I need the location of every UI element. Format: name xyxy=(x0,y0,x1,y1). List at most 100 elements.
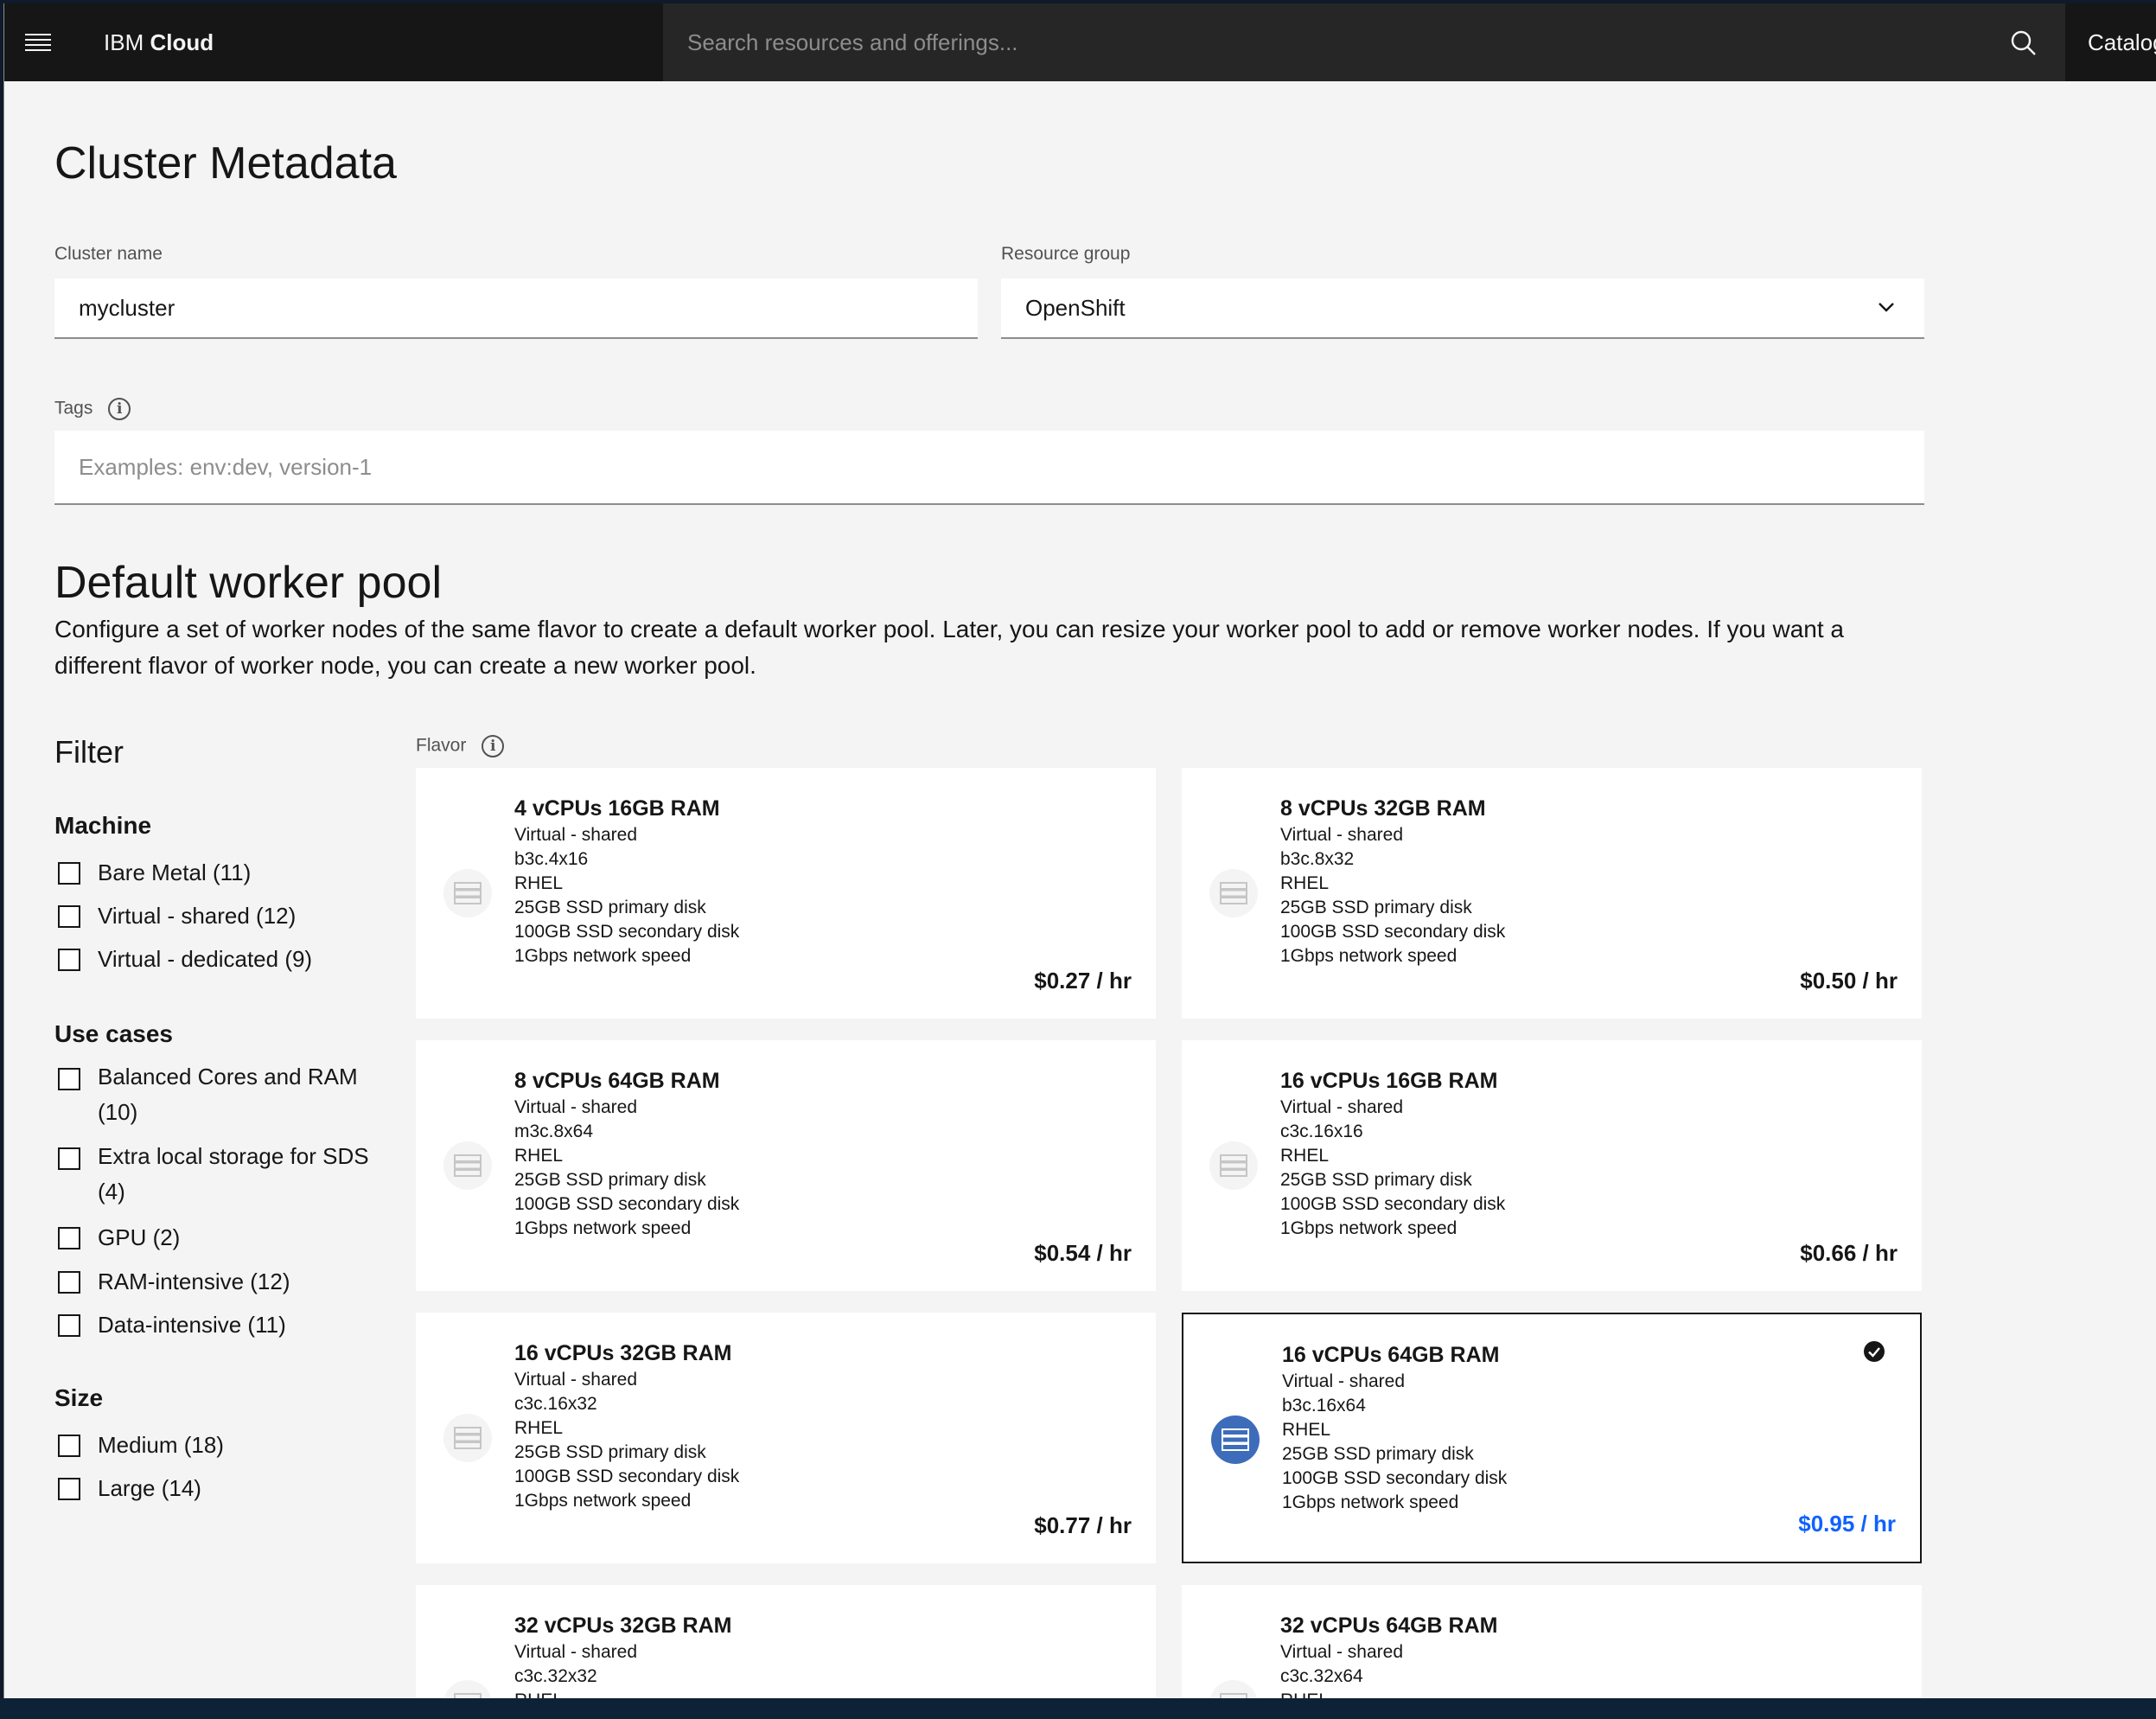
worker-pool-title: Default worker pool xyxy=(54,558,442,608)
filter-heading-use-cases: Use cases xyxy=(54,1020,174,1047)
checkbox[interactable] xyxy=(58,1435,80,1457)
info-icon[interactable]: i xyxy=(108,398,131,420)
server-icon xyxy=(443,1414,492,1462)
screen-frame: IBM Cloud Catalog Cluster Metadata Clust… xyxy=(0,0,2156,1719)
flavor-primary-disk: 25GB SSD primary disk xyxy=(514,1170,706,1190)
cluster-name-label: Cluster name xyxy=(54,244,163,264)
flavor-secondary-disk: 100GB SSD secondary disk xyxy=(514,1467,740,1486)
search-input[interactable] xyxy=(663,3,2065,81)
desktop-strip xyxy=(0,1698,2156,1719)
worker-pool-description: Configure a set of worker nodes of the s… xyxy=(54,611,1956,684)
flavor-primary-disk: 25GB SSD primary disk xyxy=(514,1442,706,1462)
filter-option-label: Large (14) xyxy=(98,1475,201,1501)
hamburger-menu-icon[interactable] xyxy=(25,26,58,59)
description-line: different flavor of worker node, you can… xyxy=(54,652,756,679)
checkbox[interactable] xyxy=(58,1271,80,1294)
checkbox[interactable] xyxy=(58,862,80,885)
checkbox[interactable] xyxy=(58,949,80,971)
checkbox[interactable] xyxy=(58,1314,80,1337)
checkbox[interactable] xyxy=(58,905,80,928)
flavor-primary-disk: 25GB SSD primary disk xyxy=(1282,1444,1474,1464)
flavor-os: RHEL xyxy=(1280,873,1330,893)
filter-option[interactable]: Medium (18) xyxy=(58,1432,224,1459)
brand-suffix: Cloud xyxy=(150,29,214,55)
filter-option[interactable]: Extra local storage for SDS (4) xyxy=(58,1143,369,1210)
flavor-details: 4 vCPUs 16GB RAM Virtual - shared b3c.4x16… xyxy=(514,794,739,968)
filter-option[interactable]: Balanced Cores and RAM (10) xyxy=(58,1064,358,1130)
flavor-os: RHEL xyxy=(514,873,564,893)
flavor-network: 1Gbps network speed xyxy=(514,1218,692,1238)
checkbox[interactable] xyxy=(58,1227,80,1249)
flavor-tile[interactable]: 32 vCPUs 64GB RAM Virtual - shared c3c.32x… xyxy=(1182,1585,1922,1702)
server-icon xyxy=(1209,1141,1258,1190)
filter-option-label: (4) xyxy=(98,1179,125,1205)
tags-label-row: Tags i xyxy=(54,398,131,420)
filter-option-label: Extra local storage for SDS xyxy=(98,1143,369,1169)
flavor-os: RHEL xyxy=(1280,1146,1330,1166)
filter-option-label: Bare Metal (11) xyxy=(98,860,252,885)
filter-option-label: Virtual - shared (12) xyxy=(98,903,297,929)
info-icon[interactable]: i xyxy=(482,735,505,757)
brand-prefix: IBM xyxy=(104,29,144,55)
filter-option-label: RAM-intensive (12) xyxy=(98,1268,290,1294)
checkbox[interactable] xyxy=(58,1478,80,1500)
server-icon xyxy=(1211,1415,1260,1464)
flavor-tile[interactable]: 16 vCPUs 16GB RAM Virtual - shared c3c.16x… xyxy=(1182,1040,1922,1291)
flavor-title: 32 vCPUs 64GB RAM xyxy=(1280,1614,1498,1638)
filter-option[interactable]: RAM-intensive (12) xyxy=(58,1268,290,1295)
filter-option[interactable]: GPU (2) xyxy=(58,1224,180,1251)
filter-option[interactable]: Large (14) xyxy=(58,1475,201,1502)
flavor-details: 16 vCPUs 16GB RAM Virtual - shared c3c.16x… xyxy=(1280,1066,1505,1241)
filter-option[interactable]: Virtual - dedicated (9) xyxy=(58,946,312,973)
flavor-price: $0.50 / hr xyxy=(1800,968,1898,994)
flavor-details: 16 vCPUs 64GB RAM Virtual - shared b3c.16x… xyxy=(1282,1340,1507,1515)
flavor-details: 8 vCPUs 32GB RAM Virtual - shared b3c.8x32… xyxy=(1280,794,1505,968)
flavor-tile[interactable]: 8 vCPUs 64GB RAM Virtual - shared m3c.8x64… xyxy=(416,1040,1156,1291)
flavor-label: Flavor xyxy=(416,735,467,756)
browser-window: IBM Cloud Catalog Cluster Metadata Clust… xyxy=(3,3,2156,1702)
chevron-down-icon xyxy=(1879,303,1894,312)
resource-group-select[interactable]: OpenShift xyxy=(1001,278,1924,339)
server-icon xyxy=(443,869,492,917)
flavor-primary-disk: 25GB SSD primary disk xyxy=(514,898,706,917)
flavor-tile[interactable]: 8 vCPUs 32GB RAM Virtual - shared b3c.8x32… xyxy=(1182,768,1922,1019)
flavor-title: 16 vCPUs 32GB RAM xyxy=(514,1341,732,1365)
flavor-type: Virtual - shared xyxy=(1280,1097,1404,1117)
filter-option-label: Medium (18) xyxy=(98,1432,224,1458)
flavor-tile[interactable]: 16 vCPUs 32GB RAM Virtual - shared c3c.16x… xyxy=(416,1313,1156,1563)
checkbox[interactable] xyxy=(58,1068,80,1090)
flavor-tile[interactable]: 32 vCPUs 32GB RAM Virtual - shared c3c.32x… xyxy=(416,1585,1156,1702)
flavor-title: 8 vCPUs 32GB RAM xyxy=(1280,796,1486,821)
filter-option[interactable]: Bare Metal (11) xyxy=(58,860,251,886)
flavor-title: 8 vCPUs 64GB RAM xyxy=(514,1069,720,1093)
flavor-details: 32 vCPUs 64GB RAM Virtual - shared c3c.32x… xyxy=(1280,1611,1497,1702)
flavor-type: Virtual - shared xyxy=(1280,1642,1404,1662)
catalog-link[interactable]: Catalog xyxy=(2088,29,2156,56)
flavor-code: b3c.8x32 xyxy=(1280,849,1355,869)
search-icon[interactable] xyxy=(2010,29,2038,57)
filter-option-label: (10) xyxy=(98,1099,138,1125)
checkbox[interactable] xyxy=(58,1147,80,1170)
flavor-label-row: Flavor i xyxy=(416,735,505,757)
flavor-type: Virtual - shared xyxy=(514,1370,638,1390)
flavor-type: Virtual - shared xyxy=(1282,1371,1406,1391)
checkmark-filled-icon xyxy=(1863,1340,1885,1363)
flavor-tile[interactable]: 16 vCPUs 64GB RAM Virtual - shared b3c.16x… xyxy=(1182,1313,1922,1563)
filter-option[interactable]: Data-intensive (11) xyxy=(58,1312,286,1339)
flavor-details: 16 vCPUs 32GB RAM Virtual - shared c3c.16x… xyxy=(514,1339,739,1513)
filter-option-label: GPU (2) xyxy=(98,1224,181,1250)
flavor-network: 1Gbps network speed xyxy=(1280,1218,1458,1238)
tags-input[interactable] xyxy=(54,431,1924,505)
flavor-primary-disk: 25GB SSD primary disk xyxy=(1280,1170,1472,1190)
flavor-tile[interactable]: 4 vCPUs 16GB RAM Virtual - shared b3c.4x16… xyxy=(416,768,1156,1019)
flavor-network: 1Gbps network speed xyxy=(1280,946,1458,966)
tags-label: Tags xyxy=(54,398,93,419)
cluster-name-input[interactable] xyxy=(54,278,978,339)
top-header: IBM Cloud Catalog xyxy=(4,3,2156,81)
flavor-secondary-disk: 100GB SSD secondary disk xyxy=(514,922,740,942)
flavor-title: 16 vCPUs 64GB RAM xyxy=(1282,1343,1500,1367)
filter-option[interactable]: Virtual - shared (12) xyxy=(58,903,296,930)
flavor-type: Virtual - shared xyxy=(514,1097,638,1117)
flavor-type: Virtual - shared xyxy=(514,1642,638,1662)
brand-logo[interactable]: IBM Cloud xyxy=(104,29,214,56)
